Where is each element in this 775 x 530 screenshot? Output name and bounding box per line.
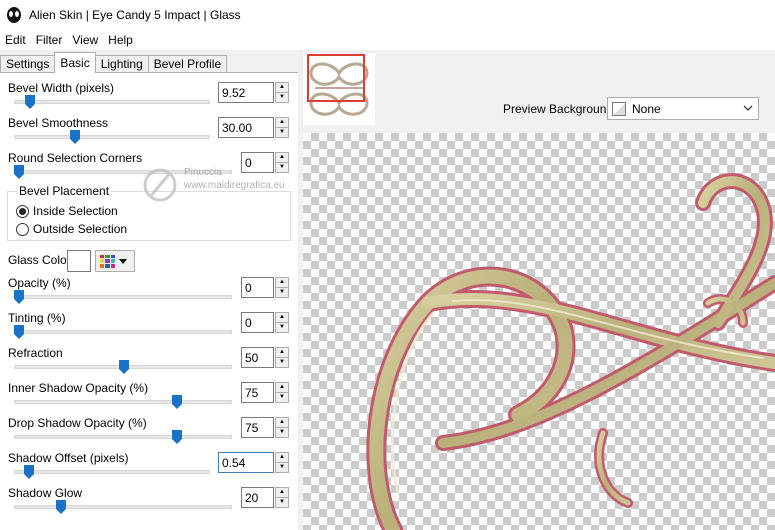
menu-filter[interactable]: Filter bbox=[31, 30, 68, 50]
drop-shadow-slider[interactable] bbox=[172, 430, 182, 444]
refraction-slider[interactable] bbox=[119, 360, 129, 374]
inside-selection-option[interactable]: Inside Selection bbox=[16, 204, 118, 218]
tinting-track[interactable] bbox=[14, 330, 232, 334]
menu-bar: Edit Filter View Help bbox=[0, 30, 775, 50]
shadow-offset-spinner[interactable]: ▲ ▼ bbox=[275, 452, 289, 473]
opacity-slider[interactable] bbox=[14, 290, 24, 304]
bevel-placement-group: Bevel Placement Inside Selection Outside… bbox=[7, 184, 291, 241]
menu-edit[interactable]: Edit bbox=[0, 30, 31, 50]
preview-background-value: None bbox=[632, 101, 661, 116]
menu-view[interactable]: View bbox=[67, 30, 103, 50]
navigator-thumbnail[interactable] bbox=[303, 53, 375, 125]
shadow-offset-input[interactable] bbox=[218, 452, 274, 473]
bevel-width-input[interactable] bbox=[218, 82, 274, 103]
chevron-down-icon bbox=[743, 105, 753, 111]
glass-ornament-preview bbox=[366, 173, 775, 530]
shadow-glow-label: Shadow Glow bbox=[8, 486, 83, 500]
bevel-smoothness-track[interactable] bbox=[14, 135, 210, 139]
bevel-smoothness-label: Bevel Smoothness bbox=[8, 116, 109, 130]
bevel-width-track[interactable] bbox=[14, 100, 210, 104]
round-corners-input[interactable] bbox=[241, 152, 274, 173]
tinting-spinner[interactable]: ▲ ▼ bbox=[275, 312, 289, 333]
inner-shadow-track[interactable] bbox=[14, 400, 232, 404]
glass-color-label: Glass Color bbox=[8, 253, 71, 267]
window-title: Alien Skin | Eye Candy 5 Impact | Glass bbox=[29, 8, 241, 22]
round-corners-slider[interactable] bbox=[14, 165, 24, 179]
tab-basic[interactable]: Basic bbox=[54, 52, 96, 73]
drop-shadow-input[interactable] bbox=[241, 417, 274, 438]
refraction-input[interactable] bbox=[241, 347, 274, 368]
opacity-spinner[interactable]: ▲ ▼ bbox=[275, 277, 289, 298]
round-corners-spinner[interactable]: ▲ ▼ bbox=[275, 152, 289, 173]
inside-selection-label: Inside Selection bbox=[33, 204, 118, 218]
preview-background-label: Preview Background: bbox=[503, 102, 617, 116]
alien-skin-icon bbox=[7, 7, 21, 23]
shadow-glow-track[interactable] bbox=[14, 505, 232, 509]
shadow-glow-slider[interactable] bbox=[56, 500, 66, 514]
shadow-offset-track[interactable] bbox=[14, 470, 210, 474]
bevel-smoothness-slider[interactable] bbox=[70, 130, 80, 144]
shadow-glow-spinner[interactable]: ▲ ▼ bbox=[275, 487, 289, 508]
outside-selection-option[interactable]: Outside Selection bbox=[16, 222, 127, 236]
basic-settings-panel: Bevel Width (pixels) ▲▼ Bevel Smoothness… bbox=[0, 72, 298, 530]
bevel-width-label: Bevel Width (pixels) bbox=[8, 81, 115, 95]
tinting-input[interactable] bbox=[241, 312, 274, 333]
outside-selection-label: Outside Selection bbox=[33, 222, 128, 236]
inner-shadow-slider[interactable] bbox=[172, 395, 182, 409]
navigator-viewport-frame[interactable] bbox=[307, 54, 365, 102]
refraction-spinner[interactable]: ▲ ▼ bbox=[275, 347, 289, 368]
transparent-swatch-icon bbox=[612, 101, 626, 116]
chevron-down-icon bbox=[119, 258, 127, 264]
opacity-track[interactable] bbox=[14, 295, 232, 299]
tinting-slider[interactable] bbox=[14, 325, 24, 339]
drop-shadow-track[interactable] bbox=[14, 435, 232, 439]
round-corners-track[interactable] bbox=[14, 170, 232, 174]
title-bar: Alien Skin | Eye Candy 5 Impact | Glass bbox=[0, 0, 775, 30]
glass-color-swatch[interactable] bbox=[67, 250, 91, 272]
preview-canvas[interactable] bbox=[303, 133, 775, 530]
preview-background-select[interactable]: None bbox=[607, 97, 759, 120]
outside-selection-radio[interactable] bbox=[16, 222, 29, 236]
bevel-width-slider[interactable] bbox=[25, 95, 35, 109]
shadow-offset-label: Shadow Offset (pixels) bbox=[8, 451, 129, 465]
refraction-label: Refraction bbox=[8, 346, 63, 360]
color-grid-icon bbox=[100, 254, 115, 268]
round-corners-label: Round Selection Corners bbox=[8, 151, 143, 165]
inner-shadow-input[interactable] bbox=[241, 382, 274, 403]
bevel-smoothness-input[interactable] bbox=[218, 117, 274, 138]
bevel-width-spinner[interactable]: ▲ ▼ bbox=[275, 82, 289, 103]
inside-selection-radio[interactable] bbox=[16, 204, 29, 218]
drop-shadow-spinner[interactable]: ▲ ▼ bbox=[275, 417, 289, 438]
tinting-label: Tinting (%) bbox=[8, 311, 66, 325]
bevel-placement-title: Bevel Placement bbox=[17, 184, 112, 198]
tab-settings[interactable]: Settings bbox=[0, 55, 56, 73]
color-palette-button[interactable] bbox=[95, 250, 135, 272]
tab-strip: Settings Basic Lighting Bevel Profile bbox=[0, 52, 228, 73]
opacity-input[interactable] bbox=[241, 277, 274, 298]
bevel-smoothness-spinner[interactable]: ▲ ▼ bbox=[275, 117, 289, 138]
tab-lighting[interactable]: Lighting bbox=[94, 55, 149, 73]
shadow-glow-input[interactable] bbox=[241, 487, 274, 508]
drop-shadow-label: Drop Shadow Opacity (%) bbox=[8, 416, 147, 430]
menu-help[interactable]: Help bbox=[103, 30, 138, 50]
tab-bevel-profile[interactable]: Bevel Profile bbox=[147, 55, 228, 73]
inner-shadow-label: Inner Shadow Opacity (%) bbox=[8, 381, 149, 395]
inner-shadow-spinner[interactable]: ▲ ▼ bbox=[275, 382, 289, 403]
opacity-label: Opacity (%) bbox=[8, 276, 71, 290]
shadow-offset-slider[interactable] bbox=[24, 465, 34, 479]
